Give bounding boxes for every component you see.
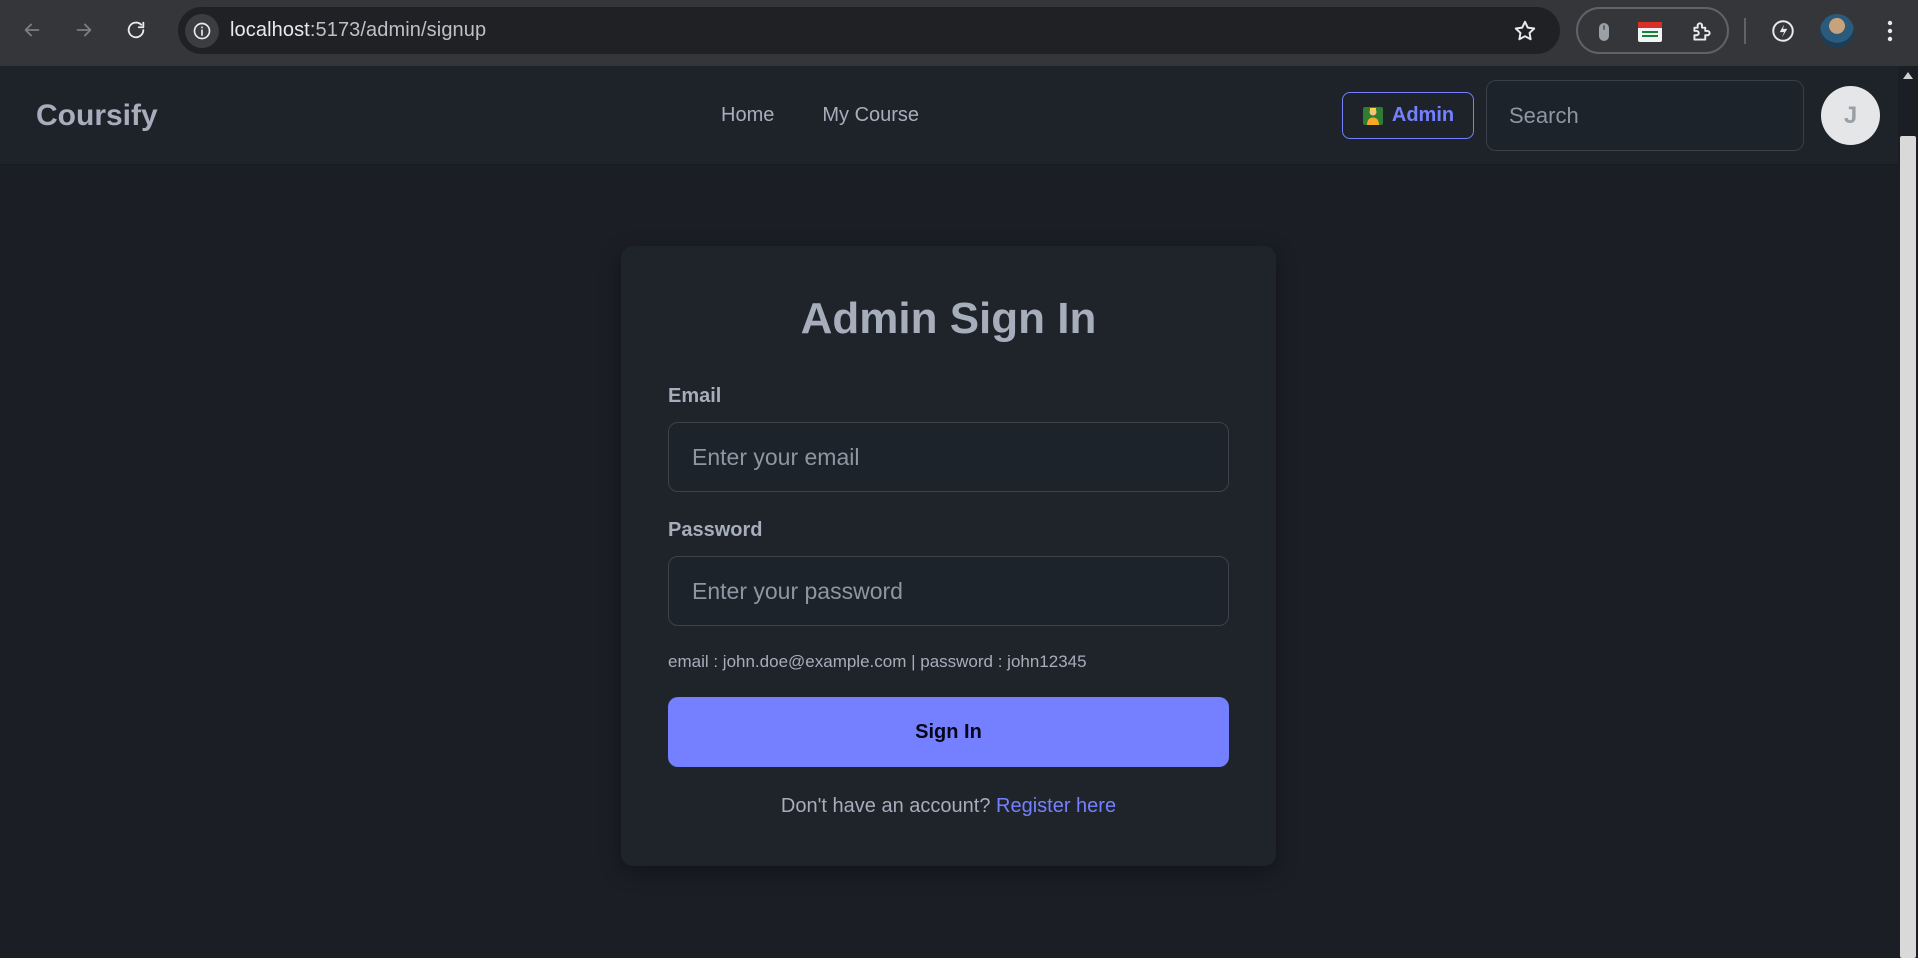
credentials-hint: email : john.doe@example.com | password … xyxy=(668,652,1087,671)
page-title: Admin Sign In xyxy=(800,294,1097,343)
back-button[interactable] xyxy=(14,12,50,48)
nav-links: Home My Course xyxy=(721,66,919,165)
brand-logo[interactable]: Coursify xyxy=(36,66,158,165)
url-text[interactable]: localhost:5173/admin/signup xyxy=(230,7,486,54)
user-avatar[interactable]: J xyxy=(1821,86,1880,145)
scrollbar-thumb[interactable] xyxy=(1900,136,1916,958)
browser-toolbar: localhost:5173/admin/signup xyxy=(0,0,1918,66)
password-field[interactable] xyxy=(668,556,1229,626)
nav-link-my-course[interactable]: My Course xyxy=(822,104,919,127)
nav-link-home[interactable]: Home xyxy=(721,104,774,127)
reload-button[interactable] xyxy=(118,12,154,48)
performance-icon[interactable] xyxy=(1768,16,1798,46)
scroll-up-arrow-icon[interactable] xyxy=(1903,72,1913,79)
more-menu-icon[interactable] xyxy=(1875,16,1905,46)
sign-in-button[interactable]: Sign In xyxy=(668,697,1229,767)
info-icon xyxy=(193,22,211,40)
search-input[interactable] xyxy=(1486,80,1804,151)
extensions-group xyxy=(1576,7,1729,54)
arrow-left-icon xyxy=(24,23,40,37)
admin-button[interactable]: Admin xyxy=(1342,92,1474,139)
email-field[interactable] xyxy=(668,422,1229,492)
forward-button[interactable] xyxy=(66,12,102,48)
register-link[interactable]: Register here xyxy=(996,795,1116,817)
admin-button-label: Admin xyxy=(1391,104,1455,126)
site-info-button[interactable] xyxy=(185,14,219,48)
password-label: Password xyxy=(668,519,763,541)
email-label: Email xyxy=(668,385,722,407)
calendar-extension-icon[interactable] xyxy=(1636,18,1664,46)
address-bar[interactable]: localhost:5173/admin/signup xyxy=(178,7,1560,54)
register-prompt-line: Don't have an account? Register here xyxy=(621,795,1276,818)
signin-card: Admin Sign In Email Password email : joh… xyxy=(621,246,1276,866)
mouse-extension-icon[interactable] xyxy=(1590,18,1618,46)
toolbar-divider xyxy=(1744,18,1746,44)
arrow-right-icon xyxy=(76,23,92,37)
app-navbar: Coursify Home My Course Admin J xyxy=(0,66,1898,165)
reload-icon xyxy=(127,21,145,39)
url-host: localhost xyxy=(230,19,310,41)
admin-person-icon xyxy=(1362,106,1383,125)
star-icon[interactable] xyxy=(1512,18,1538,44)
url-path: :5173/admin/signup xyxy=(309,19,487,41)
register-prompt: Don't have an account? xyxy=(780,795,991,817)
browser-profile-avatar[interactable] xyxy=(1820,14,1854,48)
puzzle-extensions-icon[interactable] xyxy=(1688,18,1716,46)
